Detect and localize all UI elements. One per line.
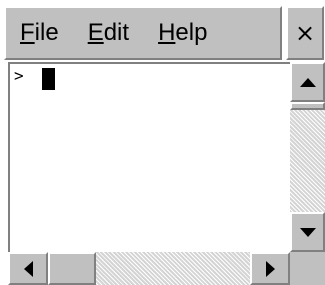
close-icon: × (294, 19, 316, 47)
horizontal-scroll-thumb[interactable] (48, 252, 96, 285)
menu-edit-mnemonic: E (87, 19, 104, 46)
console-output-area[interactable]: > (8, 62, 290, 252)
arrow-left-icon (23, 260, 33, 277)
arrow-right-icon (265, 260, 275, 277)
scroll-right-button[interactable] (250, 252, 290, 285)
console-window: File Edit Help × > (0, 0, 325, 285)
scroll-left-button[interactable] (8, 252, 48, 285)
horizontal-scrollbar[interactable] (8, 252, 290, 285)
scroll-up-button[interactable] (290, 62, 325, 102)
vertical-scroll-thumb[interactable] (290, 102, 325, 110)
menu-help-mnemonic: H (158, 19, 176, 46)
menu-file[interactable]: File (20, 21, 59, 45)
scroll-down-button[interactable] (290, 212, 325, 252)
arrow-up-icon (299, 77, 316, 87)
vertical-scrollbar[interactable] (290, 62, 325, 252)
menu-bar: File Edit Help (4, 6, 282, 60)
size-grip (290, 252, 325, 285)
menu-edit-label: dit (103, 19, 130, 46)
menu-file-mnemonic: F (20, 19, 35, 46)
command-prompt: > (14, 66, 24, 85)
menu-help-label: elp (175, 19, 208, 46)
menu-edit[interactable]: Edit (88, 21, 129, 45)
menu-help[interactable]: Help (158, 21, 207, 45)
block-cursor-icon (42, 68, 55, 90)
menu-file-label: ile (34, 19, 59, 46)
arrow-down-icon (299, 227, 316, 237)
close-button[interactable]: × (286, 6, 324, 60)
